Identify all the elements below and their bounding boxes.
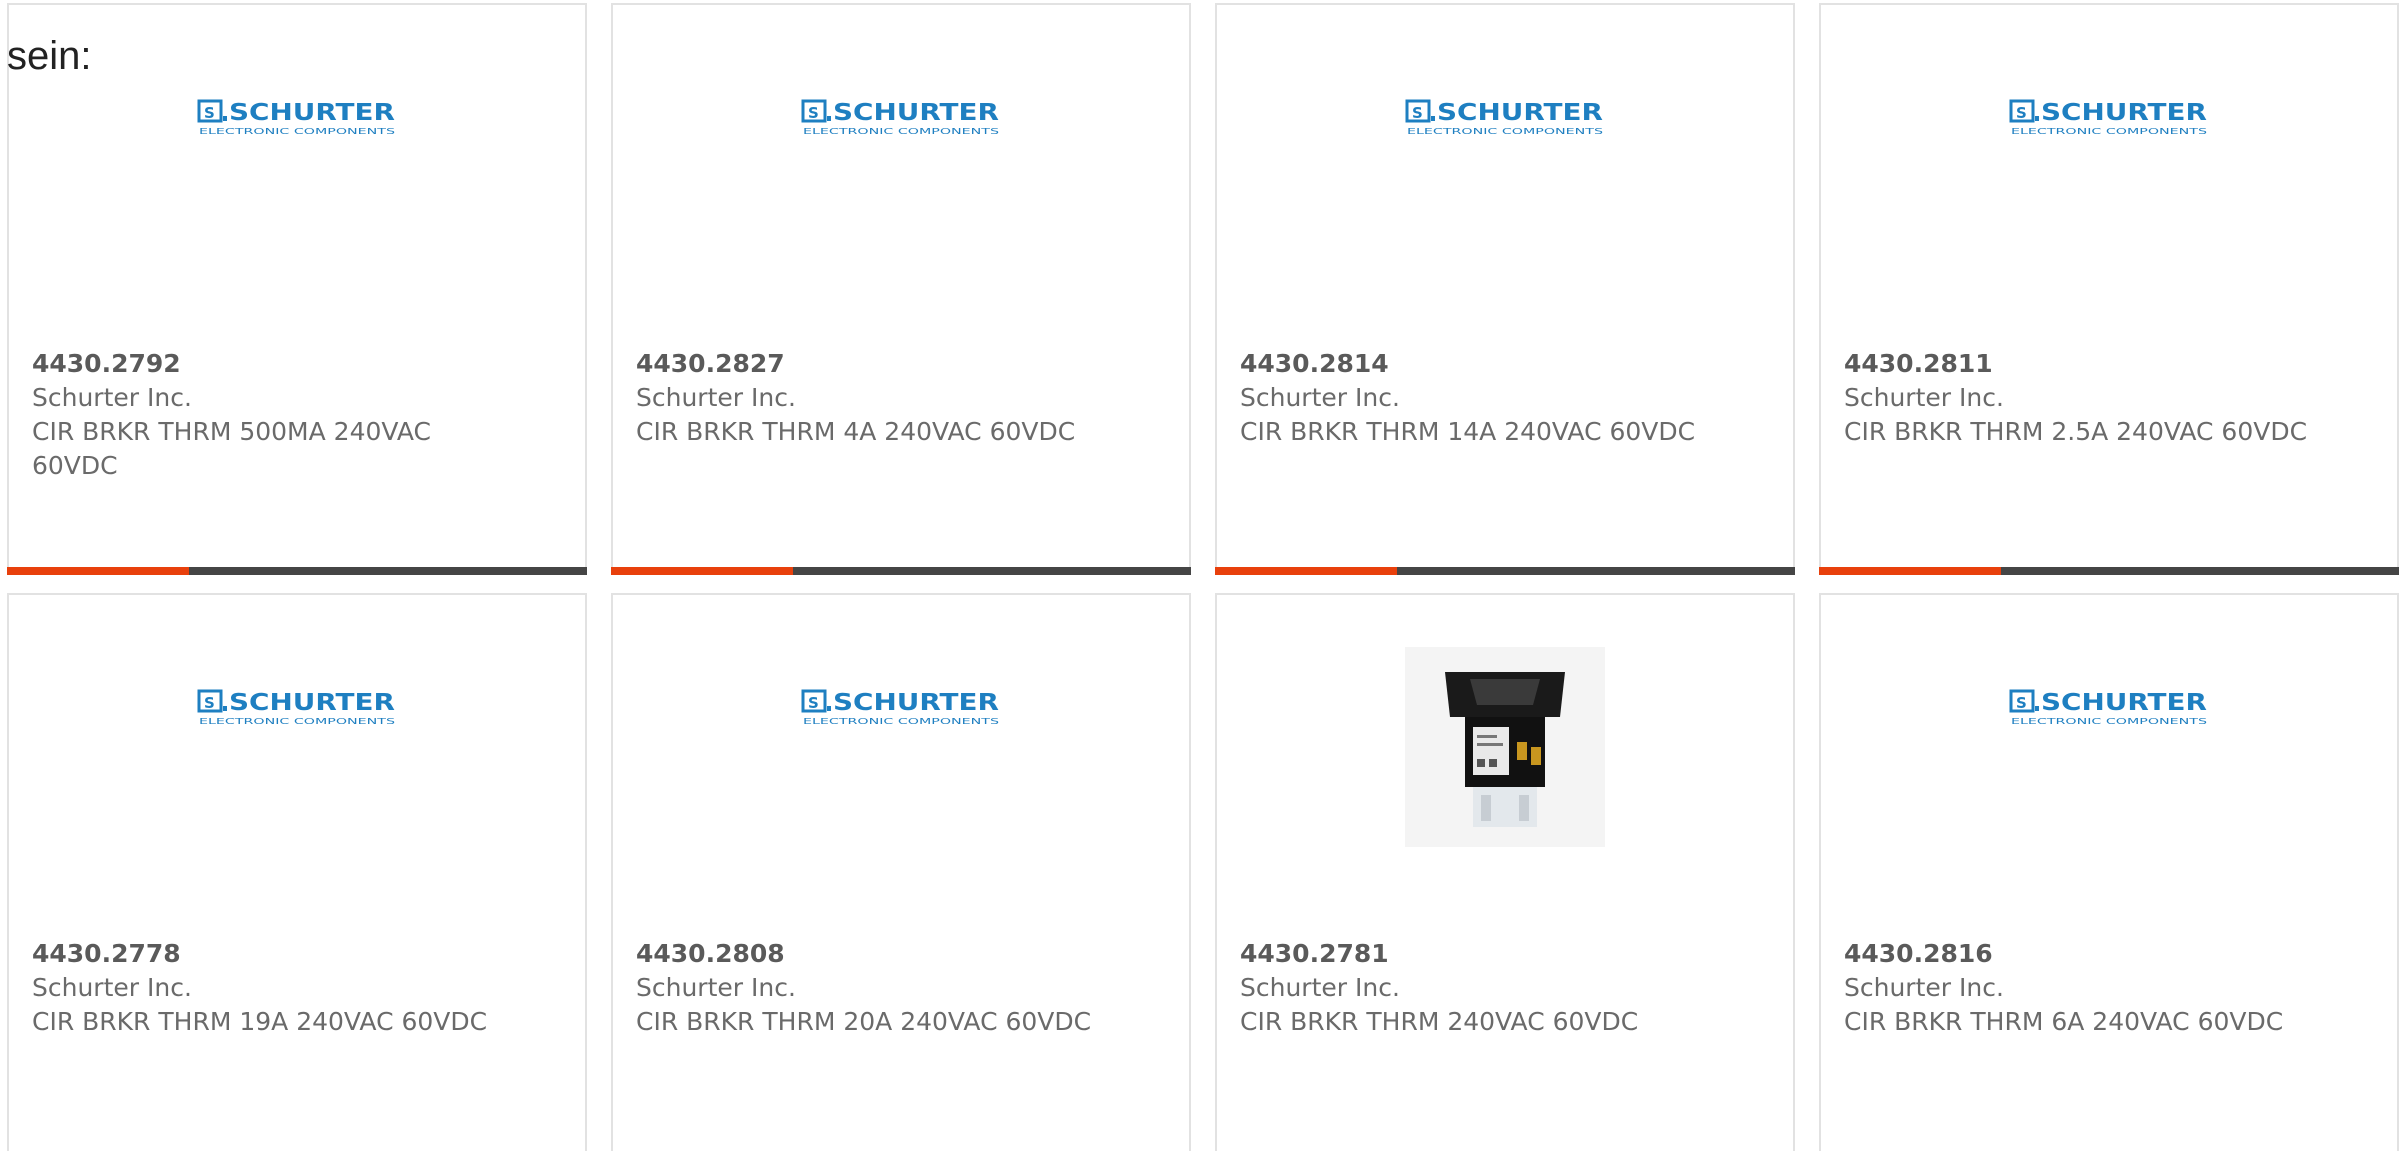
logo-tagline-text: ELECTRONIC COMPONENTS	[803, 717, 999, 726]
svg-text:S: S	[1412, 104, 1423, 122]
circuit-breaker-photo	[1405, 647, 1605, 847]
svg-text:S: S	[204, 694, 215, 712]
product-image[interactable]: S SCHURTER ELECTRONIC COMPONENTS	[9, 97, 585, 257]
schurter-logo: S SCHURTER ELECTRONIC COMPONENTS	[197, 99, 395, 136]
product-info: 4430.2811 Schurter Inc. CIR BRKR THRM 2.5A…	[1844, 347, 2324, 449]
logo-brand-text: SCHURTER	[229, 100, 395, 126]
logo-tagline-text: ELECTRONIC COMPONENTS	[803, 127, 999, 136]
manufacturer: Schurter Inc.	[1240, 973, 1400, 1002]
card-accent-bar	[1215, 567, 1397, 575]
logo-tagline-text: ELECTRONIC COMPONENTS	[1407, 127, 1603, 136]
product-card[interactable]: S SCHURTER ELECTRONIC COMPONENTS 4430.27…	[7, 3, 587, 575]
svg-text:S: S	[808, 694, 819, 712]
product-description: CIR BRKR THRM 4A 240VAC 60VDC	[636, 417, 1076, 446]
product-card[interactable]: S SCHURTER ELECTRONIC COMPONENTS 4430.28…	[1215, 3, 1795, 575]
product-card[interactable]: S SCHURTER ELECTRONIC COMPONENTS 4430.27…	[7, 593, 587, 1151]
svg-text:S: S	[2016, 104, 2027, 122]
product-info: 4430.2778 Schurter Inc. CIR BRKR THRM 19A …	[32, 937, 512, 1039]
part-number[interactable]: 4430.2778	[32, 937, 512, 971]
card-bottom-bar	[7, 567, 587, 575]
product-card[interactable]: S SCHURTER ELECTRONIC COMPONENTS 4430.28…	[1819, 3, 2399, 575]
product-description: CIR BRKR THRM 240VAC 60VDC	[1240, 1007, 1639, 1036]
product-card[interactable]: 4430.2781 Schurter Inc. CIR BRKR THRM 240V…	[1215, 593, 1795, 1151]
card-bottom-bar	[1215, 567, 1795, 575]
product-card[interactable]: S SCHURTER ELECTRONIC COMPONENTS 4430.28…	[611, 3, 1191, 575]
manufacturer: Schurter Inc.	[636, 383, 796, 412]
schurter-logo: S SCHURTER ELECTRONIC COMPONENTS	[197, 689, 395, 726]
part-number[interactable]: 4430.2814	[1240, 347, 1720, 381]
schurter-logo: S SCHURTER ELECTRONIC COMPONENTS	[2009, 689, 2207, 726]
product-info: 4430.2781 Schurter Inc. CIR BRKR THRM 240V…	[1240, 937, 1720, 1039]
product-grid: S SCHURTER ELECTRONIC COMPONENTS 4430.27…	[7, 3, 2399, 1151]
part-number[interactable]: 4430.2816	[1844, 937, 2324, 971]
manufacturer: Schurter Inc.	[1240, 383, 1400, 412]
manufacturer: Schurter Inc.	[1844, 383, 2004, 412]
product-info: 4430.2827 Schurter Inc. CIR BRKR THRM 4A 2…	[636, 347, 1116, 449]
card-bottom-bar	[1819, 567, 2399, 575]
product-info: 4430.2792 Schurter Inc. CIR BRKR THRM 500M…	[32, 347, 512, 483]
card-bottom-bar	[611, 567, 1191, 575]
part-number[interactable]: 4430.2808	[636, 937, 1116, 971]
product-image[interactable]: S SCHURTER ELECTRONIC COMPONENTS	[1821, 687, 2397, 847]
product-image[interactable]	[1217, 647, 1793, 847]
logo-brand-text: SCHURTER	[2041, 100, 2207, 126]
card-accent-bar	[1819, 567, 2001, 575]
part-number[interactable]: 4430.2781	[1240, 937, 1720, 971]
logo-brand-text: SCHURTER	[833, 690, 999, 716]
product-grid-page: sein: S SCHURTER ELECTRONIC COMPONENTS 4…	[0, 0, 2400, 1151]
logo-brand-text: SCHURTER	[833, 100, 999, 126]
manufacturer: Schurter Inc.	[636, 973, 796, 1002]
product-image[interactable]: S SCHURTER ELECTRONIC COMPONENTS	[613, 97, 1189, 257]
part-number[interactable]: 4430.2827	[636, 347, 1116, 381]
product-card[interactable]: S SCHURTER ELECTRONIC COMPONENTS 4430.28…	[1819, 593, 2399, 1151]
manufacturer: Schurter Inc.	[32, 973, 192, 1002]
schurter-logo: S SCHURTER ELECTRONIC COMPONENTS	[801, 99, 999, 136]
part-number[interactable]: 4430.2792	[32, 347, 512, 381]
schurter-logo: S SCHURTER ELECTRONIC COMPONENTS	[2009, 99, 2207, 136]
schurter-logo: S SCHURTER ELECTRONIC COMPONENTS	[1405, 99, 1603, 136]
schurter-logo: S SCHURTER ELECTRONIC COMPONENTS	[801, 689, 999, 726]
logo-brand-text: SCHURTER	[229, 690, 395, 716]
product-description: CIR BRKR THRM 6A 240VAC 60VDC	[1844, 1007, 2284, 1036]
product-image[interactable]: S SCHURTER ELECTRONIC COMPONENTS	[1217, 97, 1793, 257]
svg-text:S: S	[2016, 694, 2027, 712]
svg-text:S: S	[204, 104, 215, 122]
logo-tagline-text: ELECTRONIC COMPONENTS	[2011, 127, 2207, 136]
product-image[interactable]: S SCHURTER ELECTRONIC COMPONENTS	[1821, 97, 2397, 257]
product-info: 4430.2816 Schurter Inc. CIR BRKR THRM 6A 2…	[1844, 937, 2324, 1039]
product-description: CIR BRKR THRM 19A 240VAC 60VDC	[32, 1007, 488, 1036]
product-image[interactable]: S SCHURTER ELECTRONIC COMPONENTS	[9, 687, 585, 847]
product-info: 4430.2808 Schurter Inc. CIR BRKR THRM 20A …	[636, 937, 1116, 1039]
svg-text:S: S	[808, 104, 819, 122]
product-description: CIR BRKR THRM 500MA 240VAC 60VDC	[32, 417, 432, 480]
logo-brand-text: SCHURTER	[1437, 100, 1603, 126]
logo-tagline-text: ELECTRONIC COMPONENTS	[199, 717, 395, 726]
product-card[interactable]: S SCHURTER ELECTRONIC COMPONENTS 4430.28…	[611, 593, 1191, 1151]
product-image[interactable]: S SCHURTER ELECTRONIC COMPONENTS	[613, 687, 1189, 847]
product-description: CIR BRKR THRM 14A 240VAC 60VDC	[1240, 417, 1696, 446]
card-accent-bar	[611, 567, 793, 575]
intro-text: sein:	[7, 34, 92, 78]
product-info: 4430.2814 Schurter Inc. CIR BRKR THRM 14A …	[1240, 347, 1720, 449]
product-description: CIR BRKR THRM 2.5A 240VAC 60VDC	[1844, 417, 2308, 446]
manufacturer: Schurter Inc.	[1844, 973, 2004, 1002]
product-description: CIR BRKR THRM 20A 240VAC 60VDC	[636, 1007, 1092, 1036]
card-accent-bar	[7, 567, 189, 575]
manufacturer: Schurter Inc.	[32, 383, 192, 412]
logo-brand-text: SCHURTER	[2041, 690, 2207, 716]
logo-tagline-text: ELECTRONIC COMPONENTS	[2011, 717, 2207, 726]
logo-tagline-text: ELECTRONIC COMPONENTS	[199, 127, 395, 136]
part-number[interactable]: 4430.2811	[1844, 347, 2324, 381]
